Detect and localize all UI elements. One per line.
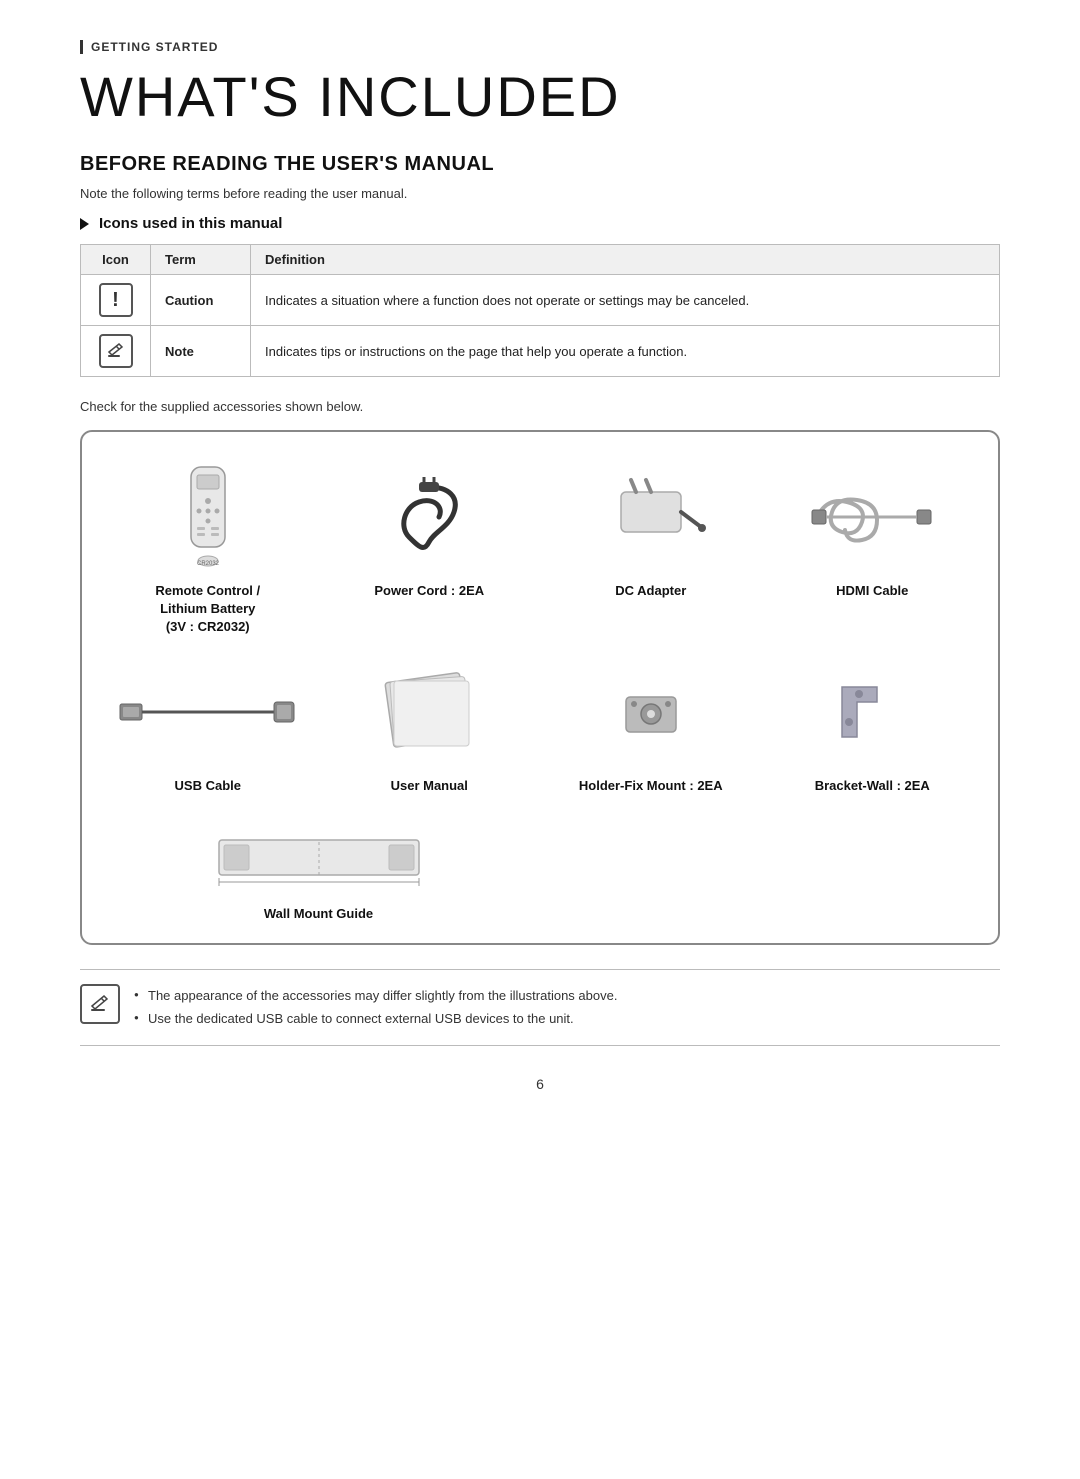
table-header-icon: Icon xyxy=(81,245,151,275)
page-number: 6 xyxy=(80,1076,1000,1092)
before-reading-note: Note the following terms before reading … xyxy=(80,186,1000,201)
page-title: WHAT'S INCLUDED xyxy=(80,64,1000,129)
accessory-wall-mount-guide: Wall Mount Guide xyxy=(102,815,535,923)
icons-table: Icon Term Definition ! Caution Indicates… xyxy=(80,244,1000,377)
caution-icon: ! xyxy=(99,283,133,317)
accessory-usb-cable: USB Cable xyxy=(102,657,314,795)
table-header-definition: Definition xyxy=(251,245,1000,275)
accessory-holder-fix-mount: Holder-Fix Mount : 2EA xyxy=(545,657,757,795)
accessory-remote-control: CR2032 Remote Control /Lithium Battery(3… xyxy=(102,462,314,637)
accessory-user-manual: User Manual xyxy=(324,657,536,795)
dc-adapter-image xyxy=(571,462,731,572)
dc-adapter-label: DC Adapter xyxy=(615,582,686,600)
power-cord-label: Power Cord : 2EA xyxy=(374,582,484,600)
usb-cable-image xyxy=(128,657,288,767)
accessories-grid: CR2032 Remote Control /Lithium Battery(3… xyxy=(102,462,978,923)
table-row: ! Caution Indicates a situation where a … xyxy=(81,275,1000,326)
power-cord-image xyxy=(349,462,509,572)
icons-section-title: Icons used in this manual xyxy=(80,215,1000,232)
hdmi-cable-label: HDMI Cable xyxy=(836,582,908,600)
remote-control-label: Remote Control /Lithium Battery(3V : CR2… xyxy=(155,582,260,637)
svg-text:CR2032: CR2032 xyxy=(197,561,220,567)
user-manual-image xyxy=(349,657,509,767)
hdmi-cable-image xyxy=(792,462,952,572)
wall-mount-guide-image xyxy=(209,815,429,895)
arrow-icon xyxy=(80,218,89,230)
user-manual-label: User Manual xyxy=(391,777,468,795)
accessory-bracket-wall: Bracket-Wall : 2EA xyxy=(767,657,979,795)
accessory-power-cord: Power Cord : 2EA xyxy=(324,462,536,637)
note-term: Note xyxy=(151,326,251,377)
bracket-wall-label: Bracket-Wall : 2EA xyxy=(815,777,930,795)
note-icon-box xyxy=(80,984,120,1024)
holder-fix-mount-label: Holder-Fix Mount : 2EA xyxy=(579,777,723,795)
note-bullet-1: The appearance of the accessories may di… xyxy=(134,984,617,1007)
note-box: The appearance of the accessories may di… xyxy=(80,969,1000,1046)
table-header-term: Term xyxy=(151,245,251,275)
caution-definition: Indicates a situation where a function d… xyxy=(251,275,1000,326)
caution-term: Caution xyxy=(151,275,251,326)
usb-cable-label: USB Cable xyxy=(175,777,241,795)
before-reading-title: BEFORE READING THE USER'S MANUAL xyxy=(80,153,1000,176)
note-icon xyxy=(99,334,133,368)
note-bullets: The appearance of the accessories may di… xyxy=(134,984,617,1031)
accessories-box: CR2032 Remote Control /Lithium Battery(3… xyxy=(80,430,1000,945)
section-label: GETTING STARTED xyxy=(80,40,1000,54)
caution-icon-cell: ! xyxy=(81,275,151,326)
remote-control-image: CR2032 xyxy=(128,462,288,572)
wall-mount-guide-label: Wall Mount Guide xyxy=(264,905,373,923)
note-icon-cell xyxy=(81,326,151,377)
note-definition: Indicates tips or instructions on the pa… xyxy=(251,326,1000,377)
accessory-hdmi-cable: HDMI Cable xyxy=(767,462,979,637)
note-bullet-2: Use the dedicated USB cable to connect e… xyxy=(134,1007,617,1030)
table-row: Note Indicates tips or instructions on t… xyxy=(81,326,1000,377)
bracket-wall-image xyxy=(792,657,952,767)
holder-fix-mount-image xyxy=(571,657,731,767)
check-note: Check for the supplied accessories shown… xyxy=(80,399,1000,414)
accessory-dc-adapter: DC Adapter xyxy=(545,462,757,637)
